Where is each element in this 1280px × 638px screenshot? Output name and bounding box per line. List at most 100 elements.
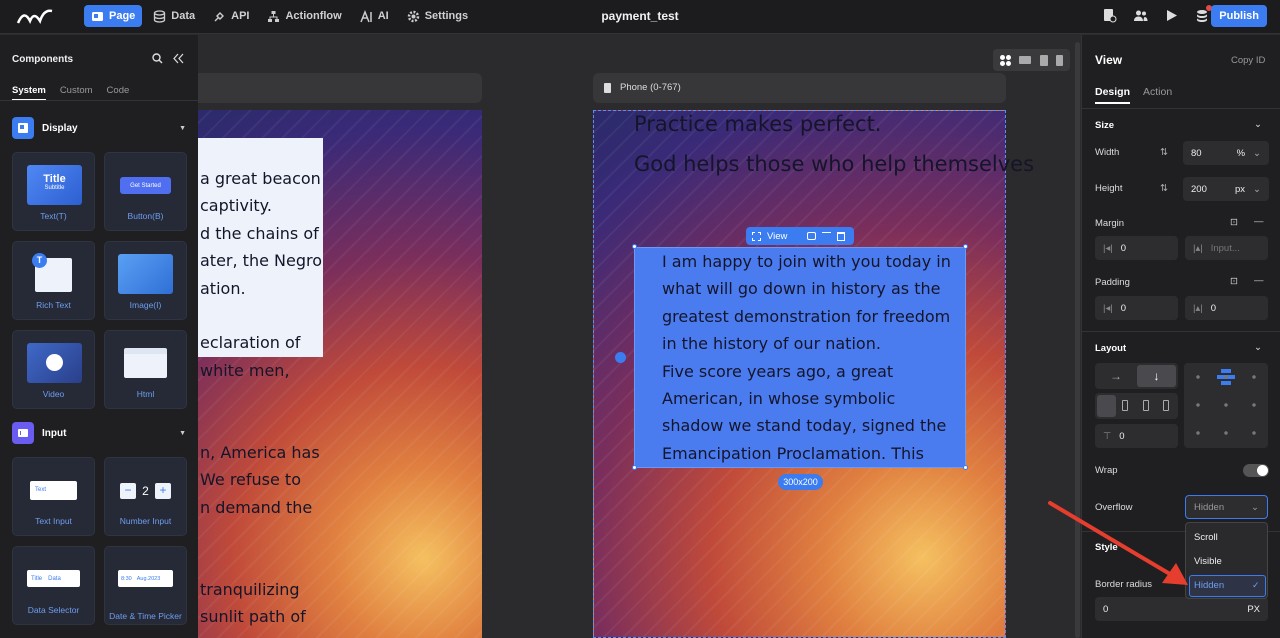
gap-field[interactable]: ⊤ 0 <box>1095 424 1178 448</box>
notifications-wrapper[interactable] <box>1195 5 1212 28</box>
expand-margin-icon[interactable]: ⊡ <box>1230 217 1238 228</box>
component-number-input-label: Number Input <box>119 516 172 526</box>
component-date-time-picker[interactable]: 8:30 Aug.2023 Date & Time Picker <box>104 546 187 625</box>
tablet-icon[interactable] <box>1039 54 1048 66</box>
component-number-input[interactable]: − 2 + Number Input <box>104 457 187 536</box>
height-constraint-icon[interactable]: ⇅ <box>1160 183 1168 194</box>
tab-custom[interactable]: Custom <box>60 85 93 100</box>
heading-text[interactable]: God helps those who help themselves <box>634 152 1034 176</box>
chevron-down-icon[interactable]: ⌄ <box>1254 119 1262 130</box>
height-field[interactable]: 200 px ⌄ <box>1183 177 1269 201</box>
padding-horizontal-field[interactable]: |◂| 0 <box>1095 296 1178 320</box>
collapse-icon[interactable] <box>173 53 184 64</box>
component-video[interactable]: Video <box>12 330 95 409</box>
wrap-toggle[interactable] <box>1243 464 1269 477</box>
text-line: captivity. <box>200 196 272 216</box>
document-settings-icon[interactable] <box>1102 8 1117 23</box>
copy-id-button[interactable]: Copy ID <box>1231 55 1265 66</box>
arrow-down-icon[interactable]: ↓ <box>1137 365 1176 387</box>
all-devices-icon[interactable] <box>1000 54 1012 66</box>
tab-system[interactable]: System <box>12 85 46 100</box>
delete-icon[interactable] <box>837 231 846 241</box>
margin-vertical-field[interactable]: |▴| Input... <box>1185 236 1268 260</box>
tab-design[interactable]: Design <box>1095 86 1131 104</box>
text-line: white men, <box>200 360 290 380</box>
resize-handle[interactable] <box>632 465 637 470</box>
divider <box>0 100 198 101</box>
phone-icon <box>604 83 611 93</box>
logo <box>16 9 53 25</box>
width-field[interactable]: 80 % ⌄ <box>1183 141 1269 165</box>
category-display-label: Display <box>42 122 78 134</box>
height-unit[interactable]: px <box>1235 184 1245 195</box>
align-stretch-icon[interactable] <box>1163 400 1169 411</box>
checkmark-icon: ✓ <box>1252 580 1260 590</box>
align-center-icon[interactable] <box>1122 400 1128 411</box>
text-line: I am happy to join with you today in <box>662 252 951 271</box>
padding-vertical-field[interactable]: |▴| 0 <box>1185 296 1268 320</box>
play-circle-icon <box>46 354 63 371</box>
resize-handle[interactable] <box>632 244 637 249</box>
desktop-icon[interactable] <box>1019 56 1032 64</box>
resize-handle[interactable] <box>963 244 968 249</box>
nav-actionflow[interactable]: Actionflow <box>260 5 348 27</box>
users-icon[interactable] <box>1133 8 1148 23</box>
vertical-spacing-icon: |▴| <box>1193 242 1203 254</box>
margin-left-value: 0 <box>1120 242 1127 254</box>
border-radius-value: 0 <box>1103 603 1109 615</box>
nav-settings[interactable]: Settings <box>400 5 475 27</box>
search-icon[interactable] <box>152 53 163 64</box>
phone-icon[interactable] <box>1055 54 1063 66</box>
nav-page[interactable]: Page <box>84 5 143 27</box>
minus-icon[interactable]: — <box>1254 216 1264 227</box>
play-icon[interactable] <box>1164 8 1179 23</box>
size-section-title: Size <box>1095 120 1115 131</box>
drag-handle-icon[interactable] <box>615 352 626 363</box>
expand-padding-icon[interactable]: ⊡ <box>1230 276 1238 287</box>
component-data-selector-label: Data Selector <box>27 605 80 615</box>
align-end-icon[interactable] <box>1143 400 1149 411</box>
nav-data[interactable]: Data <box>146 5 202 27</box>
component-data-selector[interactable]: Title Data Data Selector <box>12 546 95 625</box>
padding-label: Padding <box>1095 277 1130 288</box>
component-text-label: Text(T) <box>40 211 67 221</box>
input-icon <box>12 422 34 444</box>
gap-value: 0 <box>1119 430 1125 442</box>
nav-ai-label: AI <box>377 10 389 22</box>
component-html[interactable]: Html <box>104 330 187 409</box>
align-start-icon[interactable] <box>1097 395 1116 417</box>
caret-down-icon[interactable]: ▼ <box>179 430 186 437</box>
publish-button[interactable]: Publish <box>1211 5 1267 27</box>
select-icon[interactable] <box>752 231 761 241</box>
tab-action[interactable]: Action <box>1143 86 1172 98</box>
tab-code[interactable]: Code <box>107 85 130 100</box>
nav-api[interactable]: API <box>206 5 256 27</box>
category-display[interactable]: Display ▼ <box>12 117 186 139</box>
border-radius-field[interactable]: 0 PX <box>1095 597 1268 621</box>
component-button[interactable]: Get Started Button(B) <box>104 152 187 231</box>
component-image[interactable]: Image(I) <box>104 241 187 320</box>
category-input[interactable]: Input ▼ <box>12 422 186 444</box>
width-constraint-icon[interactable]: ⇅ <box>1160 147 1168 158</box>
component-text-input[interactable]: Text Text Input <box>12 457 95 536</box>
component-rich-text[interactable]: T Rich Text <box>12 241 95 320</box>
comment-icon[interactable] <box>807 232 817 240</box>
component-rich-text-label: Rich Text <box>36 300 71 310</box>
panel-title: View <box>1095 53 1123 67</box>
resize-handle[interactable] <box>963 465 968 470</box>
alignment-grid[interactable] <box>1184 363 1268 448</box>
component-text[interactable]: Title Subtitle Text(T) <box>12 152 95 231</box>
width-label: Width <box>1095 147 1120 158</box>
minus-icon[interactable]: — <box>1254 275 1264 286</box>
chevron-down-icon[interactable]: ⌄ <box>1254 342 1262 353</box>
picker-field-a: 8:30 <box>121 575 132 582</box>
margin-horizontal-field[interactable]: |◂| 0 <box>1095 236 1178 260</box>
move-top-icon[interactable] <box>822 231 832 241</box>
caret-down-icon[interactable]: ▼ <box>179 125 186 132</box>
heading-text[interactable]: Practice makes perfect. <box>634 112 881 136</box>
nav-ai[interactable]: AI <box>353 5 396 27</box>
display-icon <box>12 117 34 139</box>
ai-icon <box>360 9 372 22</box>
width-unit[interactable]: % <box>1237 148 1245 159</box>
arrow-right-icon[interactable]: → <box>1097 365 1135 387</box>
